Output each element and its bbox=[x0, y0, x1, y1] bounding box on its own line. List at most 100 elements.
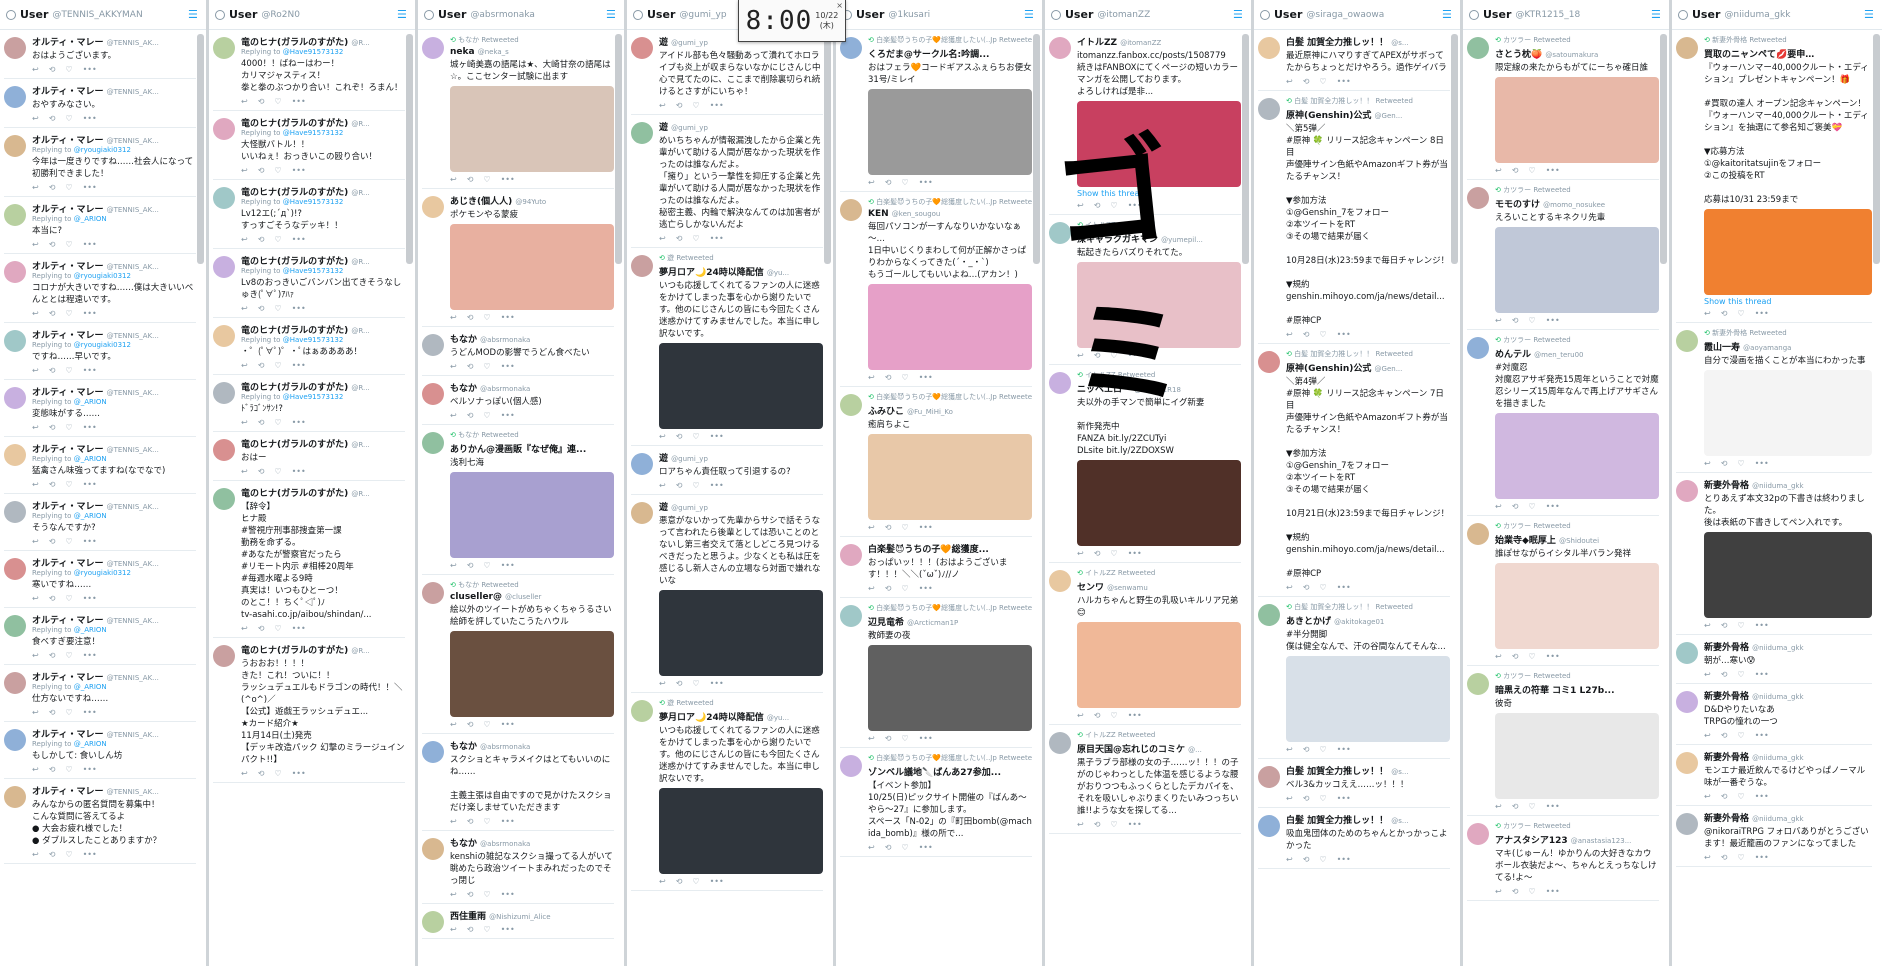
tweet-media[interactable] bbox=[868, 434, 1032, 520]
reply-icon[interactable]: ↩ bbox=[241, 304, 248, 313]
reply-icon[interactable]: ↩ bbox=[659, 679, 666, 688]
column-header[interactable]: User @TENNIS_AKKYMAN ☰ bbox=[0, 0, 206, 30]
reply-icon[interactable]: ↩ bbox=[1495, 652, 1502, 661]
tweet-media[interactable] bbox=[1495, 413, 1659, 499]
tweet-author[interactable]: ありかん@漫画販『なぜ俺』連... bbox=[450, 442, 614, 455]
reply-icon[interactable]: ↩ bbox=[241, 166, 248, 175]
reply-target-link[interactable]: @Have91573132 bbox=[283, 198, 344, 206]
tweet[interactable]: 西住重雨 @Nishizumi_Alice ↩ ⟲ ♡ ••• bbox=[422, 904, 614, 939]
column-options-icon[interactable]: ☰ bbox=[1864, 9, 1876, 20]
reply-icon[interactable]: ↩ bbox=[868, 178, 875, 187]
more-icon[interactable]: ••• bbox=[919, 523, 933, 532]
tweet[interactable]: もなか Retweeted ありかん@漫画販『なぜ俺』連... 浅利七海 ↩ ⟲ ♡ ••… bbox=[422, 425, 614, 575]
tweet-media[interactable] bbox=[1495, 563, 1659, 649]
like-icon[interactable]: ♡ bbox=[274, 624, 281, 633]
retweet-icon[interactable]: ⟲ bbox=[885, 373, 892, 382]
avatar[interactable] bbox=[1676, 480, 1698, 502]
reply-icon[interactable]: ↩ bbox=[1286, 794, 1293, 803]
tweet[interactable]: 新妻外骨格 @niiduma_gkk 朝が…寒い😰 ↩ ⟲ ♡ ••• bbox=[1676, 635, 1872, 684]
tweet-media[interactable] bbox=[868, 645, 1032, 731]
like-icon[interactable]: ♡ bbox=[692, 234, 699, 243]
reply-icon[interactable]: ↩ bbox=[1286, 330, 1293, 339]
tweet[interactable]: 竜のヒナ(ガラルのすがた) @R... おはー ↩ ⟲ ♡ ••• bbox=[213, 432, 405, 481]
tweet-author[interactable]: オルティ・マレー @TENNIS_AK... bbox=[32, 328, 196, 341]
tweet-author[interactable]: 竜のヒナ(ガラルのすがた) @R... bbox=[241, 35, 405, 48]
column-options-icon[interactable]: ☰ bbox=[1024, 9, 1036, 20]
reply-icon[interactable]: ↩ bbox=[1286, 583, 1293, 592]
reply-icon[interactable]: ↩ bbox=[32, 537, 39, 546]
reply-icon[interactable]: ↩ bbox=[450, 362, 457, 371]
like-icon[interactable]: ♡ bbox=[65, 708, 72, 717]
more-icon[interactable]: ••• bbox=[1128, 711, 1142, 720]
scrollbar[interactable] bbox=[1660, 34, 1667, 264]
avatar[interactable] bbox=[422, 383, 444, 405]
tweet-media[interactable] bbox=[659, 590, 823, 676]
more-icon[interactable]: ••• bbox=[501, 175, 515, 184]
tweet[interactable]: 竜のヒナ(ガラルのすがた) @R... うおおお！！！！ きた！これ！ついに！！ … bbox=[213, 638, 405, 783]
avatar[interactable] bbox=[422, 432, 444, 454]
tweet[interactable]: 遊 @gumi_yp アイドル部も色々騒動あって潰れてホロライブも炎上が収まらない… bbox=[631, 30, 823, 115]
more-icon[interactable]: ••• bbox=[83, 240, 97, 249]
like-icon[interactable]: ♡ bbox=[1737, 459, 1744, 468]
tweet[interactable]: カツラー Retweeted さとう枕🍑 @satoumakura 限定線の来たから… bbox=[1467, 30, 1659, 180]
avatar[interactable] bbox=[422, 582, 444, 604]
like-icon[interactable]: ♡ bbox=[901, 734, 908, 743]
tweet[interactable]: 竜のヒナ(ガラルのすがた) @R... Replying to @Have9157… bbox=[213, 249, 405, 318]
tweet-author[interactable]: 遊 @gumi_yp bbox=[659, 451, 823, 464]
like-icon[interactable]: ♡ bbox=[1319, 583, 1326, 592]
avatar[interactable] bbox=[1049, 372, 1071, 394]
avatar[interactable] bbox=[1258, 766, 1280, 788]
tweet-author[interactable]: 新妻外骨格 @niiduma_gkk bbox=[1704, 811, 1872, 824]
tweet-author[interactable]: 白髪 加賀全力推しッ！！ @s... bbox=[1286, 35, 1450, 48]
like-icon[interactable]: ♡ bbox=[1737, 621, 1744, 630]
more-icon[interactable]: ••• bbox=[501, 890, 515, 899]
reply-icon[interactable]: ↩ bbox=[1286, 855, 1293, 864]
reply-target-link[interactable]: @ryougiaki0312 bbox=[74, 341, 131, 349]
more-icon[interactable]: ••• bbox=[83, 651, 97, 660]
reply-icon[interactable]: ↩ bbox=[659, 234, 666, 243]
scrollbar[interactable] bbox=[1873, 34, 1880, 264]
like-icon[interactable]: ♡ bbox=[1110, 549, 1117, 558]
reply-target-link[interactable]: @Have91573132 bbox=[283, 336, 344, 344]
retweet-icon[interactable]: ⟲ bbox=[1512, 316, 1519, 325]
retweet-icon[interactable]: ⟲ bbox=[1721, 853, 1728, 862]
tweet[interactable]: オルティ・マレー @TENNIS_AK... Replying to @_ARIO… bbox=[4, 665, 196, 722]
tweet-author[interactable]: オルティ・マレー @TENNIS_AK... bbox=[32, 202, 196, 215]
more-icon[interactable]: ••• bbox=[83, 765, 97, 774]
more-icon[interactable]: ••• bbox=[83, 309, 97, 318]
like-icon[interactable]: ♡ bbox=[692, 679, 699, 688]
like-icon[interactable]: ♡ bbox=[1319, 77, 1326, 86]
more-icon[interactable]: ••• bbox=[919, 734, 933, 743]
avatar[interactable] bbox=[4, 86, 26, 108]
column-options-icon[interactable]: ☰ bbox=[397, 9, 409, 20]
avatar[interactable] bbox=[422, 911, 444, 933]
reply-icon[interactable]: ↩ bbox=[1495, 316, 1502, 325]
tweet-author[interactable]: cluseller@ @cluseller bbox=[450, 592, 614, 602]
like-icon[interactable]: ♡ bbox=[1737, 792, 1744, 801]
tweet[interactable]: もなか @absrmonaka ベルソナっぽい(個人感) ↩ ⟲ ♡ ••• bbox=[422, 376, 614, 425]
column-header[interactable]: User @siraga_owaowa ☰ bbox=[1254, 0, 1460, 30]
like-icon[interactable]: ♡ bbox=[65, 114, 72, 123]
tweet-author[interactable]: あじき(個人人) @94Yuto bbox=[450, 194, 614, 207]
more-icon[interactable]: ••• bbox=[1337, 583, 1351, 592]
reply-icon[interactable]: ↩ bbox=[659, 101, 666, 110]
reply-icon[interactable]: ↩ bbox=[868, 523, 875, 532]
like-icon[interactable]: ♡ bbox=[65, 537, 72, 546]
reply-icon[interactable]: ↩ bbox=[868, 734, 875, 743]
tweet[interactable]: 白楽髪😈うちの子🧡総獲度したい(..Jp Retweeted 辺見竜希 @Arct… bbox=[840, 598, 1032, 748]
retweet-icon[interactable]: ⟲ bbox=[676, 679, 683, 688]
like-icon[interactable]: ♡ bbox=[65, 309, 72, 318]
tweet[interactable]: オルティ・マレー @TENNIS_AK... Replying to @ryoug… bbox=[4, 254, 196, 323]
reply-icon[interactable]: ↩ bbox=[241, 467, 248, 476]
tweet-author[interactable]: 霞山一寿 @aoyamanga bbox=[1704, 340, 1872, 353]
column-options-icon[interactable]: ☰ bbox=[1651, 9, 1663, 20]
column-options-icon[interactable]: ☰ bbox=[188, 9, 200, 20]
reply-icon[interactable]: ↩ bbox=[241, 624, 248, 633]
like-icon[interactable]: ♡ bbox=[65, 240, 72, 249]
reply-target-link[interactable]: @_ARION bbox=[74, 740, 107, 748]
like-icon[interactable]: ♡ bbox=[274, 361, 281, 370]
tweet-author[interactable]: オルティ・マレー @TENNIS_AK... bbox=[32, 784, 196, 797]
tweet-author[interactable]: 始業寺◆眠厚上 @Shidoutei bbox=[1495, 533, 1659, 546]
retweet-icon[interactable]: ⟲ bbox=[1721, 621, 1728, 630]
avatar[interactable] bbox=[4, 387, 26, 409]
